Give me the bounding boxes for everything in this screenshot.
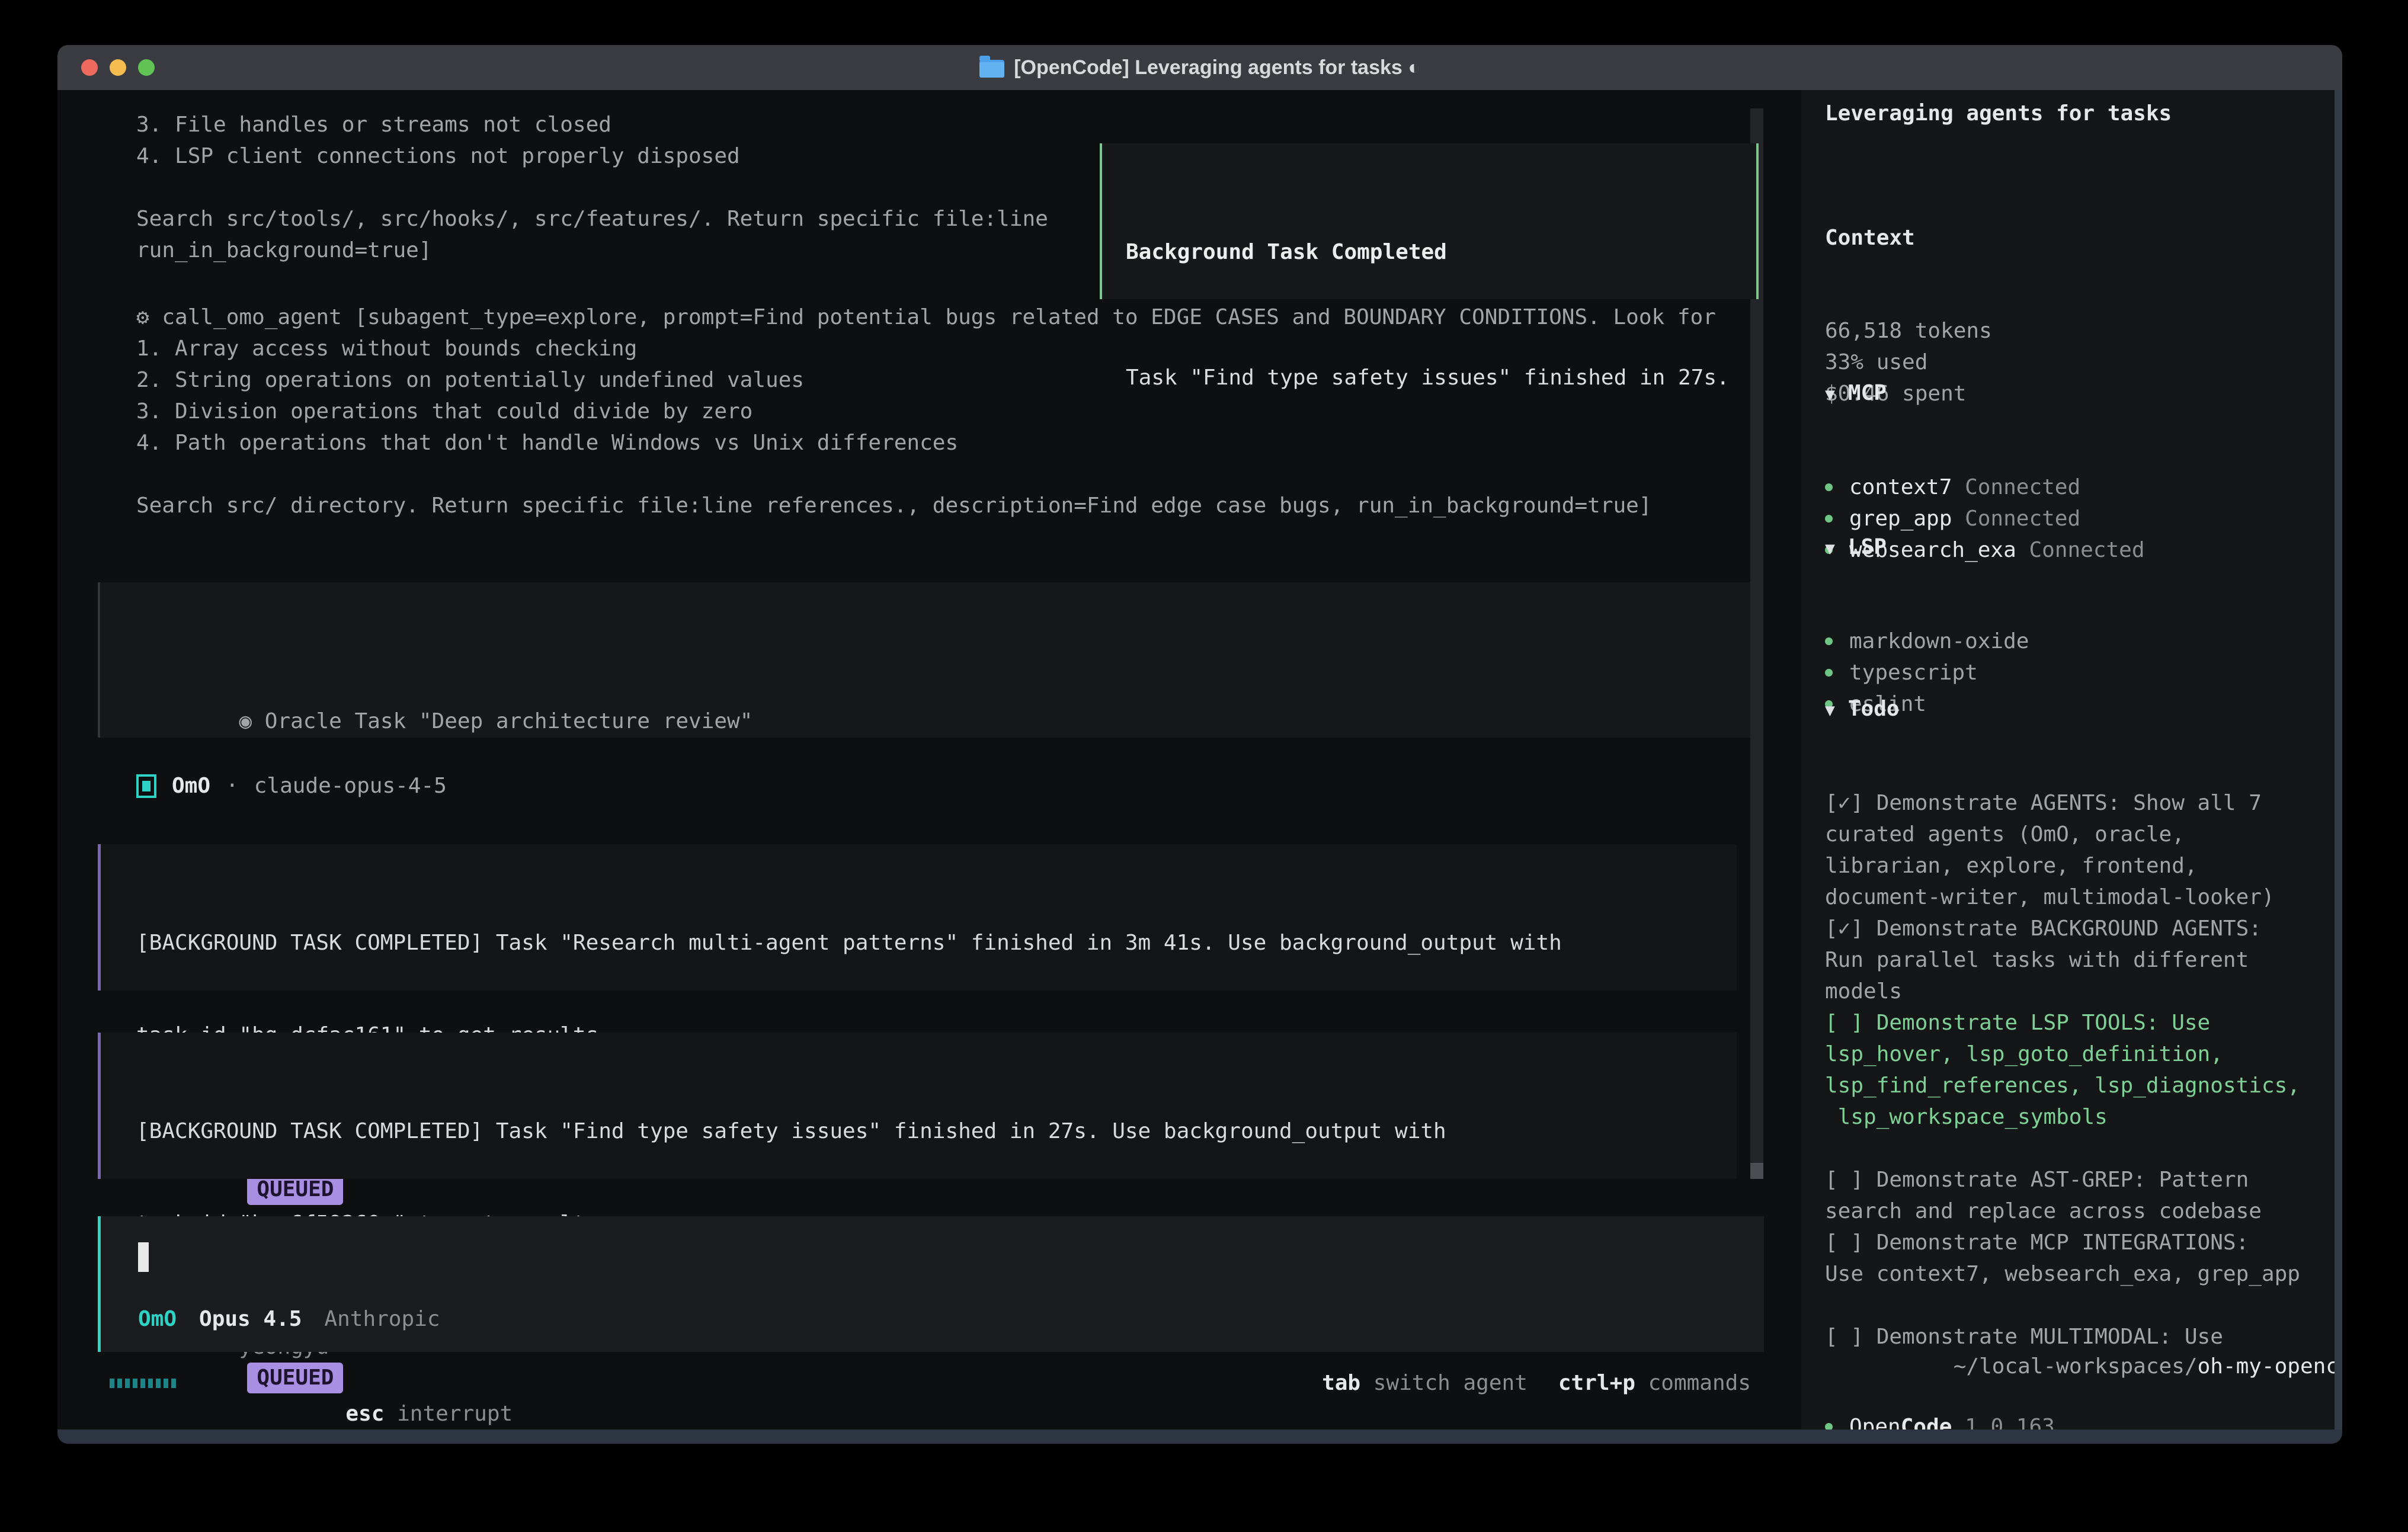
sidebar: Leveraging agents for tasks Context 66,5… — [1801, 90, 2335, 1430]
text-line: curated agents (OmO, oracle, — [1825, 819, 2300, 850]
chevron-down-icon: ▼ — [1825, 700, 1835, 720]
activity-dot-icon — [140, 1379, 145, 1388]
window-right-border — [2335, 90, 2342, 1430]
esc-label: interrupt — [397, 1402, 513, 1426]
tab-hint: tab switch agent — [1322, 1368, 1528, 1399]
text-line: lsp_workspace_symbols — [1825, 1101, 2300, 1133]
activity-dot-icon — [110, 1379, 114, 1388]
window-title: [OpenCode] Leveraging agents for tasks ◐ — [1014, 45, 1420, 90]
text-line: librarian, explore, frontend, — [1825, 850, 2300, 882]
mcp-heading[interactable]: ▼MCP — [1825, 377, 2145, 410]
activity-dot-icon — [171, 1379, 176, 1388]
text-line: [ ] Demonstrate AST-GREP: Pattern — [1825, 1164, 2300, 1196]
text-line: [ ] Demonstrate MCP INTEGRATIONS: — [1825, 1227, 2300, 1258]
toast-title: Background Task Completed — [1126, 237, 1756, 268]
text-line: [ ] Demonstrate LSP TOOLS: Use — [1825, 1007, 2300, 1039]
keyboard-hints: tab switch agent ctrl+p commands — [1322, 1368, 1751, 1399]
agent-avatar-icon — [136, 774, 156, 798]
agent-name: OmO — [172, 771, 210, 802]
text-line — [1825, 1133, 2300, 1164]
activity-dots — [110, 1379, 176, 1388]
titlebar: [OpenCode] Leveraging agents for tasks ◐ — [57, 45, 2342, 90]
record-icon: ◉ — [239, 709, 252, 733]
chevron-down-icon: ▼ — [1825, 384, 1835, 404]
text-line: [✓] Demonstrate AGENTS: Show all 7 — [1825, 787, 2300, 819]
task-completed-card: [BACKGROUND TASK COMPLETED] Task "Find t… — [98, 1033, 1737, 1179]
text-line: Search src/ directory. Return specific f… — [136, 490, 1716, 521]
input-model: Opus 4.5 — [199, 1304, 302, 1335]
commands-hint: ctrl+p commands — [1558, 1368, 1751, 1399]
text-line: [✓] Demonstrate BACKGROUND AGENTS: — [1825, 913, 2300, 944]
context-heading: Context — [1825, 222, 1992, 254]
window-bottom-bar — [57, 1430, 2342, 1444]
text-line: 4. LSP client connections not properly d… — [136, 140, 1048, 172]
agent-model: claude-opus-4-5 — [254, 771, 447, 802]
input-provider: Anthropic — [324, 1304, 440, 1335]
background-task-toast: Background Task Completed Task "Find typ… — [1100, 143, 1759, 299]
chat-log-top: 3. File handles or streams not closed4. … — [136, 109, 1048, 266]
status-dot-icon — [1825, 1423, 1833, 1430]
text-line: document-writer, multimodal-looker) — [1825, 882, 2300, 913]
session-title: Leveraging agents for tasks — [1825, 98, 2172, 129]
task-completed-card: [BACKGROUND TASK COMPLETED] Task "Resear… — [98, 844, 1737, 991]
separator: · — [226, 771, 239, 802]
input-agent-name: OmO — [138, 1304, 177, 1335]
window-title-wrap: [OpenCode] Leveraging agents for tasks ◐ — [57, 45, 2342, 90]
text-line: Search src/tools/, src/hooks/, src/featu… — [136, 203, 1048, 235]
chat-scrollbar-thumb[interactable] — [1750, 1163, 1763, 1179]
version-line: OpenCode 1.0.163 — [1825, 1350, 2055, 1430]
task-message-line: [BACKGROUND TASK COMPLETED] Task "Find t… — [136, 1116, 1737, 1147]
activity-dot-icon — [125, 1379, 130, 1388]
lsp-heading[interactable]: ▼LSP — [1825, 531, 2029, 564]
text-line: Run parallel tasks with different — [1825, 944, 2300, 976]
task-message-line: [BACKGROUND TASK COMPLETED] Task "Resear… — [136, 928, 1737, 959]
terminal-window: [OpenCode] Leveraging agents for tasks ◐… — [57, 45, 2342, 1444]
text-line — [136, 459, 1716, 490]
oracle-task-title: ◉ Oracle Task "Deep architecture review" — [136, 675, 1754, 768]
text-line: lsp_find_references, lsp_diagnostics, — [1825, 1070, 2300, 1101]
text-line: 3. File handles or streams not closed — [136, 109, 1048, 140]
status-bar: esc interrupt tab switch agent ctrl+p co… — [98, 1368, 1751, 1399]
activity-dot-icon — [148, 1379, 153, 1388]
todo-heading[interactable]: ▼Todo — [1825, 693, 2300, 726]
text-line: 1. Array access without bounds checking — [136, 333, 1716, 364]
activity-dot-icon — [117, 1379, 122, 1388]
text-line — [136, 172, 1048, 203]
text-cursor — [138, 1242, 149, 1272]
esc-key: esc — [345, 1402, 384, 1426]
input-meta: OmO Opus 4.5 Anthropic — [138, 1304, 440, 1335]
toast-body: Task "Find type safety issues" finished … — [1126, 363, 1756, 393]
oracle-task-panel: ◉ Oracle Task "Deep architecture review"… — [98, 582, 1754, 738]
activity-dot-icon — [156, 1379, 161, 1388]
chevron-down-icon: ▼ — [1825, 539, 1835, 558]
folder-icon — [979, 60, 1004, 78]
esc-hint: esc interrupt — [243, 1368, 513, 1430]
agent-session-header[interactable]: OmO · claude-opus-4-5 — [136, 771, 447, 802]
app-version: OpenCode 1.0.163 — [1849, 1411, 2055, 1430]
activity-dot-icon — [164, 1379, 168, 1388]
terminal-content: 3. File handles or streams not closed4. … — [57, 90, 2342, 1430]
activity-dot-icon — [133, 1379, 137, 1388]
prompt-input[interactable]: OmO Opus 4.5 Anthropic — [98, 1216, 1764, 1352]
text-line: run_in_background=true] — [136, 235, 1048, 266]
text-line: search and replace across codebase — [1825, 1196, 2300, 1227]
text-line: models — [1825, 976, 2300, 1007]
text-line: lsp_hover, lsp_goto_definition, — [1825, 1039, 2300, 1070]
